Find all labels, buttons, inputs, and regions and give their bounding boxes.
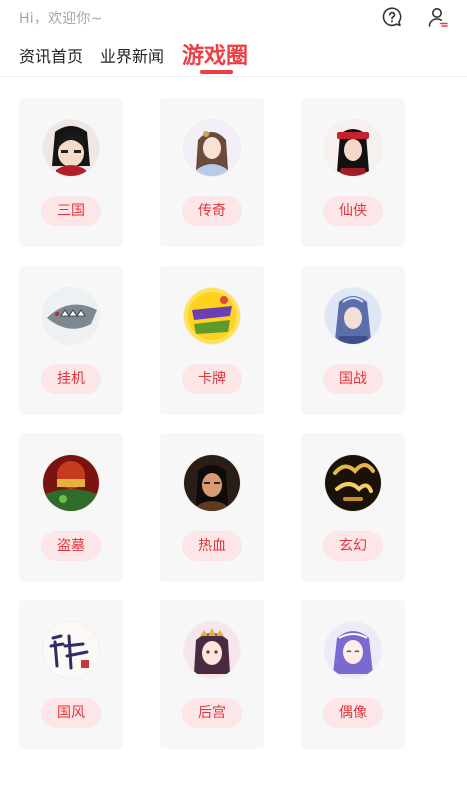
category-label: 盗墓 [41,531,101,561]
rexue-avatar-icon [184,455,240,511]
category-label: 后宫 [182,698,242,728]
category-card-hougong[interactable]: 后宫 [160,600,264,749]
tab-game-circle[interactable]: 游戏圈 [182,38,248,70]
sanguo-avatar-icon [43,120,99,176]
help-icon[interactable] [380,5,404,29]
greeting-text: Hi，欢迎你~ [19,11,103,27]
guofeng-avatar-icon [43,622,99,678]
tab-industry-news[interactable]: 业界新闻 [100,43,164,67]
guaji-avatar-icon [43,288,99,344]
tab-news-home[interactable]: 资讯首页 [19,43,83,67]
category-card-ouxiang[interactable]: 偶像 [301,600,405,749]
category-card-sanguo[interactable]: 三国 [19,98,123,247]
ouxiang-avatar-icon [325,622,381,678]
top-bar: Hi，欢迎你~ [0,0,467,34]
category-card-xuanhuan[interactable]: 玄幻 [301,433,405,582]
category-card-guozhan[interactable]: 国战 [301,266,405,415]
category-label: 国风 [41,698,101,728]
category-card-kapai[interactable]: 卡牌 [160,266,264,415]
user-profile-icon[interactable] [426,5,450,29]
category-card-chuanqi[interactable]: 传奇 [160,98,264,247]
category-label: 仙侠 [323,196,383,226]
active-tab-indicator [200,70,233,74]
tab-bar: 资讯首页 业界新闻 游戏圈 [0,36,467,77]
category-card-xianxia[interactable]: 仙侠 [301,98,405,247]
category-label: 热血 [182,531,242,561]
category-label: 玄幻 [323,531,383,561]
category-label: 三国 [41,196,101,226]
category-label: 传奇 [182,196,242,226]
category-card-rexue[interactable]: 热血 [160,433,264,582]
category-label: 卡牌 [182,364,242,394]
category-label: 挂机 [41,364,101,394]
kapai-avatar-icon [184,288,240,344]
guozhan-avatar-icon [325,288,381,344]
hougong-avatar-icon [184,622,240,678]
category-label: 偶像 [323,698,383,728]
category-card-guofeng[interactable]: 国风 [19,600,123,749]
category-card-guaji[interactable]: 挂机 [19,266,123,415]
xuanhuan-avatar-icon [325,455,381,511]
chuanqi-avatar-icon [184,120,240,176]
category-label: 国战 [323,364,383,394]
xianxia-avatar-icon [325,120,381,176]
category-card-daomu[interactable]: 盗墓 [19,433,123,582]
daomu-avatar-icon [43,455,99,511]
